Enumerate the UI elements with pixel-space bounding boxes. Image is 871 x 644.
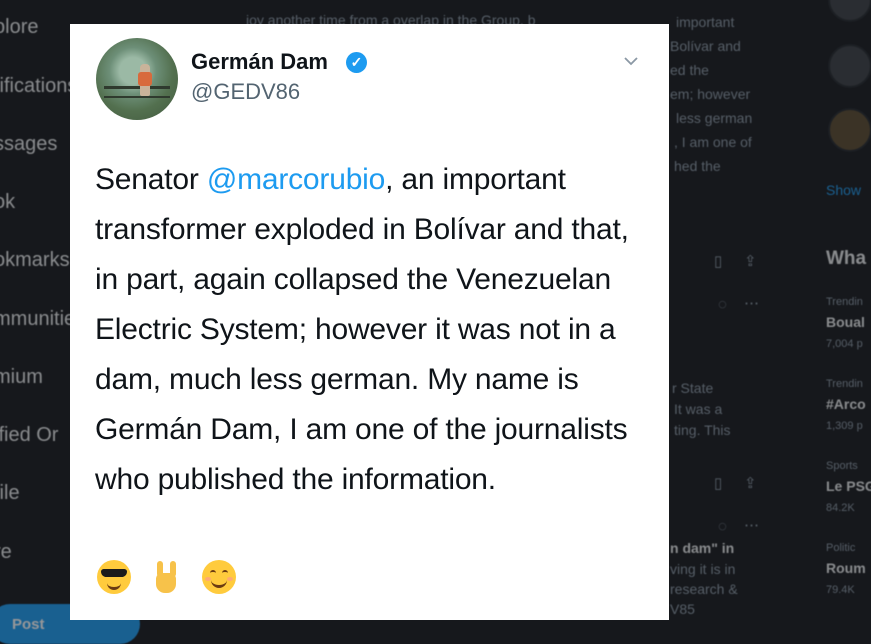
tweet-text-rest: , an important transformer exploded in B…: [95, 163, 629, 496]
avatar-railing: [104, 96, 170, 98]
author-avatar[interactable]: [96, 38, 178, 120]
avatar[interactable]: [828, 0, 871, 22]
trend-name[interactable]: #Arco: [826, 396, 866, 412]
timeline-text: ting. This: [674, 422, 731, 438]
nav-grok[interactable]: ok: [0, 191, 15, 214]
more-icon[interactable]: ⋯: [744, 516, 759, 534]
avatar[interactable]: [828, 108, 871, 152]
tweet-card: Germán Dam ✓ @GEDV86 Senator @marcorubio…: [70, 24, 669, 620]
share-icon[interactable]: ⇪: [744, 474, 757, 492]
tweet-text: Senator @marcorubio, an important transf…: [95, 155, 655, 505]
nav-more[interactable]: re: [0, 541, 12, 564]
nav-premium[interactable]: mium: [0, 366, 43, 389]
trend-count: 84.2K: [826, 502, 855, 514]
timeline-text: em; however: [670, 86, 751, 102]
author-handle[interactable]: @GEDV86: [191, 79, 300, 105]
trends-heading: Wha: [826, 248, 867, 269]
timeline-text: It was a: [674, 401, 723, 417]
nav-profile[interactable]: file: [0, 482, 20, 505]
post-button-label: Post: [12, 616, 45, 633]
nav-bookmarks[interactable]: okmarks: [0, 249, 70, 272]
chevron-down-icon[interactable]: [624, 54, 638, 68]
nav-notifications[interactable]: tifications: [0, 75, 77, 98]
trend-meta: Trendin: [826, 296, 863, 308]
nav-messages[interactable]: ssages: [0, 133, 57, 156]
share-icon[interactable]: ⇪: [744, 252, 757, 270]
emoji-row: [97, 559, 242, 595]
trend-count: 79.4K: [826, 584, 855, 596]
timeline-text: V85: [670, 601, 695, 617]
timeline-text: important: [676, 14, 735, 30]
timeline-text: , I am one of: [674, 134, 752, 150]
trend-meta: Politic: [826, 542, 856, 554]
timeline-text: ed the: [670, 62, 709, 78]
show-more-link[interactable]: Show: [826, 182, 861, 198]
timeline-text: research &: [670, 581, 738, 597]
nav-verified-orgs[interactable]: ified Or: [0, 424, 58, 447]
tweet-text-start: Senator: [95, 163, 207, 196]
grok-icon[interactable]: ◌: [718, 296, 727, 313]
horns-hand-emoji-icon: [149, 560, 183, 594]
smiling-face-emoji-icon: [201, 560, 236, 595]
more-icon[interactable]: ⋯: [744, 294, 759, 312]
trend-name[interactable]: Roum: [826, 560, 866, 576]
timeline-text: hed the: [674, 158, 721, 174]
avatar-railing: [104, 86, 170, 89]
timeline-text: less german: [676, 110, 753, 126]
author-name[interactable]: Germán Dam: [191, 49, 328, 75]
trend-meta: Sports: [826, 460, 858, 472]
trend-count: 1,309 p: [826, 420, 863, 432]
timeline-text: n dam" in: [670, 540, 735, 556]
trend-count: 7,004 p: [826, 338, 863, 350]
avatar[interactable]: [828, 44, 871, 88]
timeline-text: Bolívar and: [670, 38, 741, 54]
timeline-text: ving it is in: [670, 561, 736, 577]
verified-badge-icon: ✓: [346, 52, 367, 73]
nav-explore[interactable]: plore: [0, 16, 38, 39]
timeline-text: r State: [672, 380, 714, 396]
trend-name[interactable]: Le PSG: [826, 478, 871, 494]
trend-meta: Trendin: [826, 378, 863, 390]
grok-icon[interactable]: ◌: [718, 518, 727, 535]
bookmark-icon[interactable]: ▯: [714, 474, 722, 492]
sunglasses-emoji-icon: [97, 560, 131, 595]
bookmark-icon[interactable]: ▯: [714, 252, 722, 270]
avatar-shirt: [138, 72, 152, 86]
trend-name[interactable]: Boual: [826, 314, 865, 330]
mention-link[interactable]: @marcorubio: [207, 163, 386, 196]
